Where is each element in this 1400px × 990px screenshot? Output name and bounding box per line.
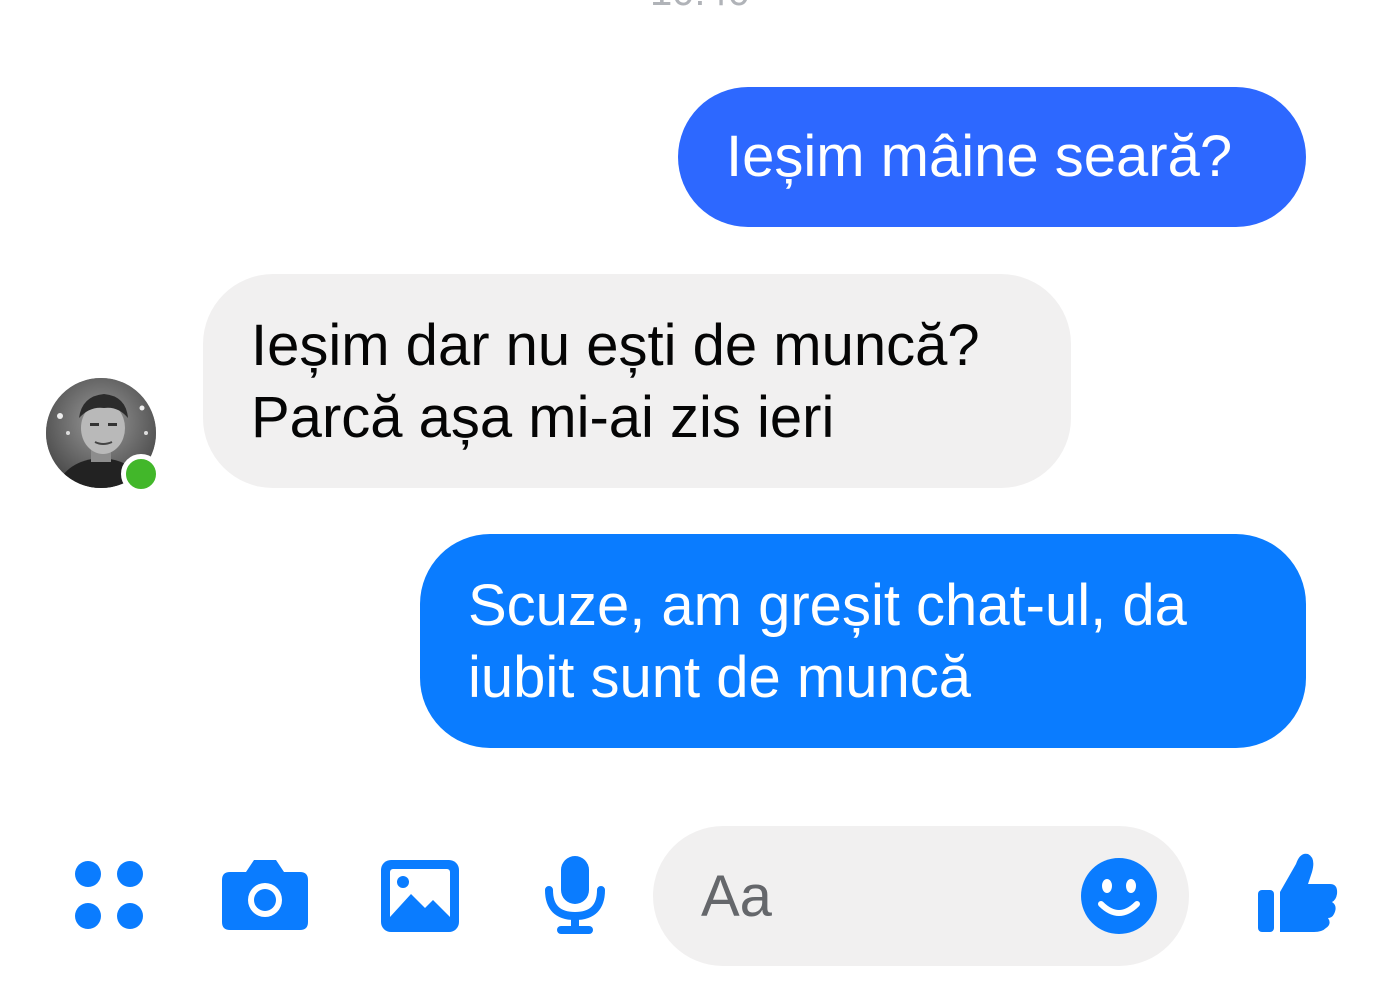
thumbs-up-icon[interactable]: [1258, 850, 1338, 934]
outgoing-message-bubble[interactable]: Scuze, am greșit chat-ul, da iubit sunt …: [420, 534, 1306, 748]
emoji-icon[interactable]: [1079, 856, 1159, 936]
message-text-line-1: Scuze, am greșit chat-ul, da: [468, 573, 1187, 638]
apps-icon[interactable]: [74, 860, 144, 930]
message-input-placeholder: Aa: [701, 864, 772, 929]
camera-icon[interactable]: [222, 856, 308, 932]
outgoing-message-bubble[interactable]: Ieșim mâine seară?: [678, 87, 1306, 227]
gallery-icon[interactable]: [381, 860, 459, 932]
message-text-line-1: Ieșim dar nu ești de muncă?: [251, 313, 980, 378]
chat-screen: 10:40 Ieșim mâine seară? Ieșim dar nu eș…: [0, 0, 1400, 990]
online-status-indicator: [121, 454, 161, 494]
message-input[interactable]: Aa: [653, 826, 1189, 966]
message-text-line-2: Parcă așa mi-ai zis ieri: [251, 385, 835, 450]
message-timestamp: 10:40: [0, 0, 1400, 14]
incoming-message-bubble[interactable]: Ieșim dar nu ești de muncă? Parcă așa mi…: [203, 274, 1071, 488]
message-text: Ieșim mâine seară?: [726, 124, 1233, 189]
microphone-icon[interactable]: [544, 856, 606, 936]
message-text-line-2: iubit sunt de muncă: [468, 645, 971, 710]
